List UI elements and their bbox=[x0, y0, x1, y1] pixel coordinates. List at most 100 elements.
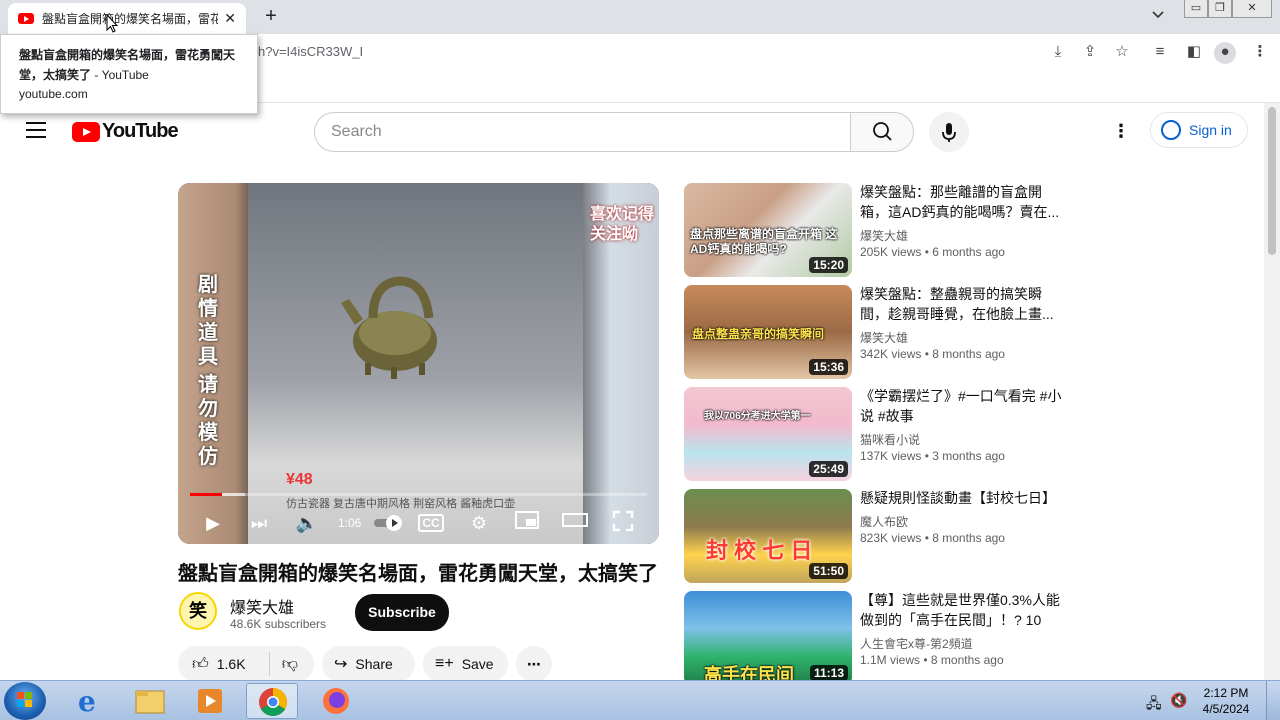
show-desktop-button[interactable] bbox=[1266, 681, 1280, 720]
ceramic-pot-image bbox=[341, 276, 437, 379]
recommendation-channel[interactable]: 猫咪看小说 bbox=[860, 431, 920, 448]
recommendation-channel[interactable]: 爆笑大雄 bbox=[860, 227, 908, 244]
recommendation-channel[interactable]: 魔人布欧 bbox=[860, 513, 908, 530]
settings-kebab-icon[interactable]: ⋮ bbox=[1112, 119, 1130, 143]
tab-strip: 盤點盲盒開箱的爆笑名場面，雷花 ✕ + ▭ ❐ ✕ bbox=[0, 0, 1280, 34]
recommendation-title[interactable]: 【尊】這些就是世界僅0.3%人能做到的「高手在民間」！? 10秒... bbox=[860, 590, 1064, 630]
video-caption-left-bottom: 请勿模仿 bbox=[198, 374, 218, 468]
new-tab-button[interactable]: + bbox=[260, 5, 282, 27]
video-title: 盤點盲盒開箱的爆笑名場面，雷花勇闖天堂，太搞笑了 bbox=[178, 563, 658, 585]
search-button[interactable] bbox=[850, 112, 914, 152]
next-icon[interactable]: ⏭ bbox=[246, 510, 272, 536]
share-button[interactable]: ↪ Share bbox=[322, 646, 415, 682]
channel-avatar[interactable]: 笑 bbox=[179, 592, 217, 630]
thumbnail-text: 封 校 七 日 bbox=[706, 538, 813, 563]
more-actions-icon[interactable]: ⋯ bbox=[516, 646, 552, 682]
tooltip-title: 盤點盲盒開箱的爆笑名場面，雷花勇闖天堂，太搞笑了 - YouTube bbox=[19, 45, 239, 85]
recommendation-thumbnail[interactable]: 封 校 七 日 51:50 bbox=[684, 489, 852, 583]
recommendation-title[interactable]: 《学霸摆烂了》#一口气看完 #小说 #故事 bbox=[860, 386, 1064, 426]
chrome-taskbar-icon[interactable] bbox=[246, 683, 298, 719]
upload-age: 8 months ago bbox=[932, 531, 1005, 545]
close-window-button[interactable]: ✕ bbox=[1232, 0, 1272, 18]
internet-explorer-icon[interactable]: e bbox=[64, 683, 116, 719]
thumbs-down-icon[interactable]: 👎︎ bbox=[282, 655, 298, 674]
fullscreen-icon[interactable] bbox=[610, 510, 636, 536]
volume-icon[interactable]: 🔈 bbox=[294, 510, 320, 536]
miniplayer-icon[interactable] bbox=[514, 510, 540, 536]
video-player[interactable]: 剧情道具 请勿模仿 喜欢记得关注呦 ¥48 仿古瓷器 复古唐中期风格 荆窑风格 … bbox=[178, 183, 659, 544]
bookmark-star-icon[interactable]: ☆ bbox=[1112, 42, 1132, 62]
time-display: 1:06 bbox=[338, 516, 362, 530]
save-button[interactable]: ≡+ Save bbox=[423, 646, 508, 682]
recommendation-item[interactable]: 盘点整蛊亲哥的搞笑瞬间 15:36 爆笑盤點：整蠱親哥的搞笑瞬間，趁親哥睡覺，在… bbox=[684, 285, 1064, 379]
subtitles-icon[interactable]: CC bbox=[418, 510, 444, 536]
system-clock[interactable]: 2:12 PM 4/5/2024 bbox=[1196, 685, 1256, 717]
youtube-favicon-icon bbox=[18, 13, 34, 24]
upload-age: 8 months ago bbox=[930, 653, 1004, 667]
volume-muted-icon[interactable]: 🔇 bbox=[1170, 692, 1187, 709]
tab-search-chevron-icon[interactable] bbox=[1152, 8, 1164, 22]
recommendation-item[interactable]: 我以706分考进大学第一 25:49 《学霸摆烂了》#一口气看完 #小说 #故事… bbox=[684, 387, 1064, 481]
recommendation-channel[interactable]: 爆笑大雄 bbox=[860, 329, 908, 346]
sign-in-button[interactable]: Sign in bbox=[1150, 112, 1248, 148]
theater-mode-icon[interactable] bbox=[562, 510, 588, 536]
clock-time: 2:12 PM bbox=[1203, 686, 1249, 700]
hamburger-menu-icon[interactable] bbox=[26, 122, 46, 138]
progress-played bbox=[190, 493, 222, 496]
subscribe-button[interactable]: Subscribe bbox=[355, 594, 449, 631]
view-count: 823K views bbox=[860, 531, 922, 545]
save-playlist-icon: ≡+ bbox=[435, 655, 454, 672]
progress-bar[interactable] bbox=[190, 493, 647, 496]
recommendation-item[interactable]: 高手在民间 11:13 【尊】這些就是世界僅0.3%人能做到的「高手在民間」！?… bbox=[684, 591, 1064, 685]
firefox-icon[interactable] bbox=[310, 683, 362, 719]
search-icon bbox=[873, 122, 892, 141]
browser-tab[interactable]: 盤點盲盒開箱的爆笑名場面，雷花 ✕ bbox=[8, 3, 246, 34]
youtube-play-logo-icon bbox=[72, 121, 100, 142]
side-panel-icon[interactable]: ◧ bbox=[1184, 42, 1204, 62]
media-player-icon[interactable] bbox=[184, 683, 236, 719]
browser-menu-icon[interactable]: ⋮ bbox=[1250, 42, 1270, 62]
maximize-button[interactable]: ❐ bbox=[1208, 0, 1232, 18]
scrollbar-thumb[interactable] bbox=[1268, 107, 1276, 255]
file-explorer-icon[interactable] bbox=[124, 683, 176, 719]
settings-gear-icon[interactable]: ⚙ bbox=[466, 510, 492, 536]
recommendation-thumbnail[interactable]: 盘点那些离谱的盲盒开箱 这AD钙真的能喝吗? 15:20 bbox=[684, 183, 852, 277]
media-controls-icon[interactable]: ≡ bbox=[1150, 42, 1170, 62]
autoplay-toggle[interactable] bbox=[372, 510, 406, 536]
microphone-icon bbox=[942, 123, 956, 142]
recommendation-title[interactable]: 爆笑盤點：那些離譜的盲盒開箱，這AD鈣真的能喝嗎？賣在... bbox=[860, 182, 1064, 222]
player-controls: ▶ ⏭ 🔈 1:06 CC ⚙ bbox=[178, 504, 659, 544]
share-label: Share bbox=[355, 656, 393, 672]
thumbnail-text: 盘点那些离谱的盲盒开箱 这AD钙真的能喝吗? bbox=[690, 227, 838, 256]
profile-icon[interactable]: ● bbox=[1214, 42, 1236, 64]
youtube-logo[interactable]: YouTube bbox=[72, 120, 179, 143]
thumbs-up-icon[interactable]: 👍︎ bbox=[192, 655, 209, 674]
like-count[interactable]: 1.6K bbox=[217, 656, 269, 672]
network-icon[interactable]: 🖧 bbox=[1146, 693, 1162, 717]
voice-search-button[interactable] bbox=[929, 112, 969, 152]
save-label: Save bbox=[461, 656, 494, 672]
start-button[interactable] bbox=[4, 682, 46, 720]
channel-name[interactable]: 爆笑大雄 bbox=[230, 594, 294, 618]
recommendation-thumbnail[interactable]: 盘点整蛊亲哥的搞笑瞬间 15:36 bbox=[684, 285, 852, 379]
address-bar-url[interactable]: h?v=I4isCR33W_I bbox=[258, 44, 363, 59]
share-page-icon[interactable]: ⇪ bbox=[1080, 42, 1100, 62]
account-circle-icon bbox=[1161, 120, 1181, 140]
thumbnail-text: 我以706分考进大学第一 bbox=[704, 411, 811, 422]
minimize-button[interactable]: ▭ bbox=[1184, 0, 1208, 18]
recommendation-title[interactable]: 懸疑規則怪談動畫【封校七日】 bbox=[860, 488, 1064, 508]
recommendation-thumbnail[interactable]: 高手在民间 11:13 bbox=[684, 591, 852, 685]
view-count: 1.1M views bbox=[860, 653, 921, 667]
recommendation-item[interactable]: 盘点那些离谱的盲盒开箱 这AD钙真的能喝吗? 15:20 爆笑盤點：那些離譜的盲… bbox=[684, 183, 1064, 277]
youtube-logo-text: YouTube bbox=[102, 120, 179, 142]
recommendation-item[interactable]: 封 校 七 日 51:50 懸疑規則怪談動畫【封校七日】 魔人布欧 823K v… bbox=[684, 489, 1064, 583]
search-input[interactable]: Search bbox=[314, 112, 851, 152]
tab-close-icon[interactable]: ✕ bbox=[224, 10, 236, 27]
install-app-icon[interactable]: ⤓ bbox=[1048, 42, 1068, 62]
recommendation-thumbnail[interactable]: 我以706分考进大学第一 25:49 bbox=[684, 387, 852, 481]
video-duration: 51:50 bbox=[809, 563, 848, 579]
recommendation-title[interactable]: 爆笑盤點：整蠱親哥的搞笑瞬間，趁親哥睡覺，在他臉上畫... bbox=[860, 284, 1064, 324]
recommendation-channel[interactable]: 人生會宅x尊-第2頻道 bbox=[860, 635, 973, 652]
page-scrollbar[interactable] bbox=[1264, 103, 1280, 680]
play-icon[interactable]: ▶ bbox=[200, 510, 226, 536]
